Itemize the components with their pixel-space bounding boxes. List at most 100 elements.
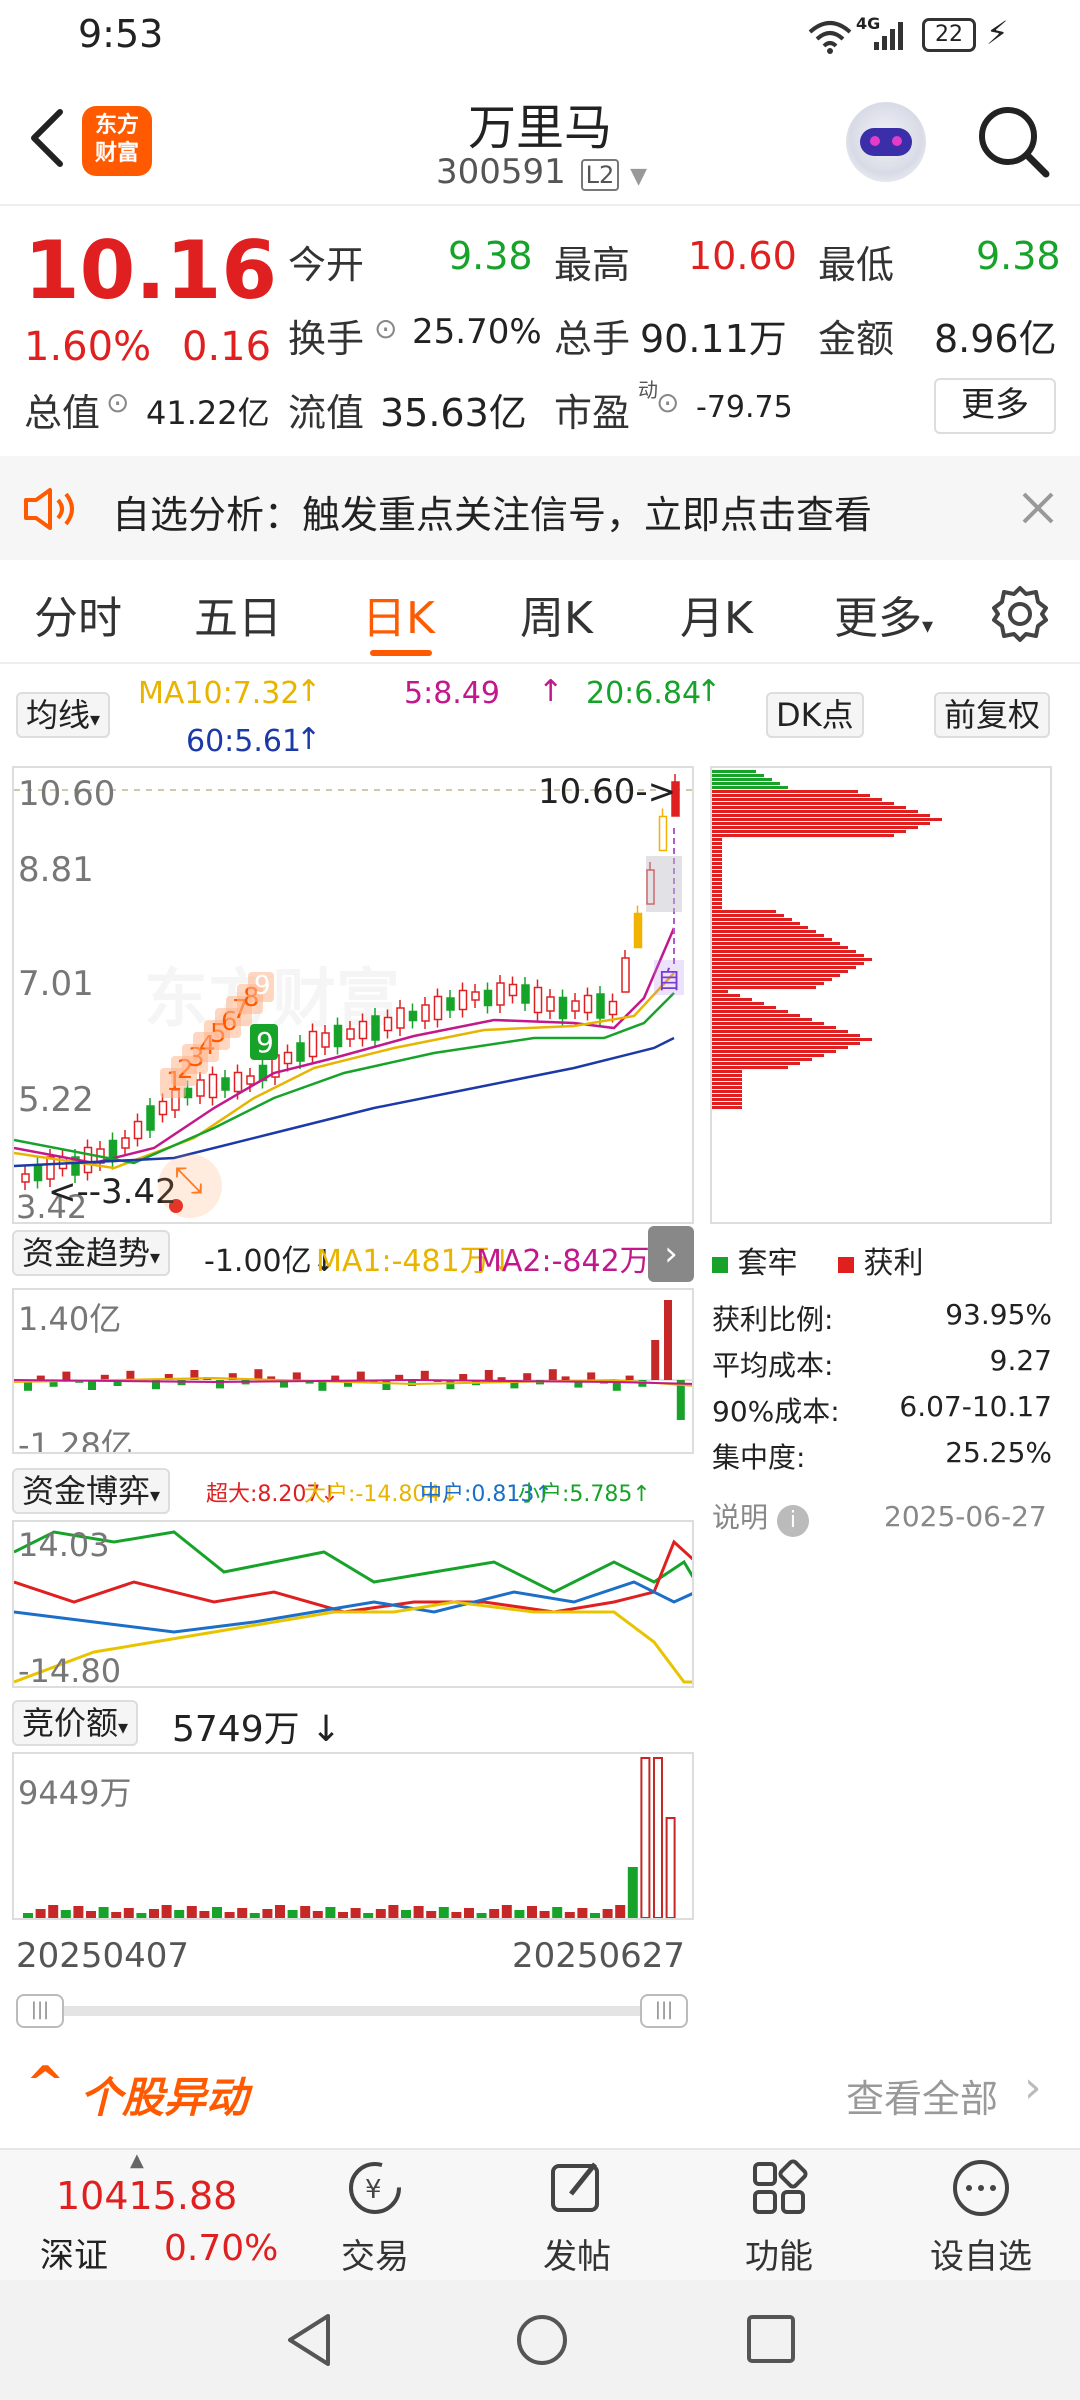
- nav-trade[interactable]: ¥ 交易: [300, 2156, 450, 2278]
- auction-selector[interactable]: 竞价额▾: [12, 1698, 139, 1746]
- range-scrollbar[interactable]: [20, 2006, 688, 2016]
- stock-moves-section: ^ 个股异动 查看全部 ›: [0, 2054, 1080, 2130]
- tab-intraday[interactable]: 分时: [34, 582, 122, 646]
- nav-add-watchlist[interactable]: 设自选: [906, 2156, 1056, 2278]
- super-large-line: [14, 1539, 692, 1614]
- auction-bar: [413, 1906, 424, 1918]
- expand-handle[interactable]: ⤡: [158, 1154, 222, 1218]
- auction-bar: [325, 1907, 336, 1918]
- flow-bar: [331, 1375, 340, 1380]
- caret-down-icon: ▾: [922, 614, 934, 639]
- high-value: 10.60: [688, 234, 797, 278]
- signal-nine: 9: [256, 1026, 274, 1059]
- auction-chart[interactable]: 9449万: [12, 1752, 694, 1920]
- tab-five-day[interactable]: 五日: [194, 582, 282, 646]
- high-label: 最高: [554, 243, 631, 287]
- speaker-icon: [24, 488, 74, 530]
- view-all-link[interactable]: 查看全部: [846, 2068, 998, 2123]
- chip-bar: [712, 1066, 788, 1069]
- auction-bar: [199, 1911, 210, 1918]
- chip-bar: [712, 810, 918, 813]
- chip-bar: [712, 830, 906, 833]
- adjust-label: 前复权: [934, 692, 1051, 738]
- chip-bar: [712, 958, 872, 961]
- chip-row-value: 25.25%: [945, 1436, 1052, 1469]
- fund-trend-ma2: MA2:-842万↓: [476, 1244, 675, 1279]
- candle-body: [533, 986, 543, 1014]
- low-marker: <--3.42: [48, 1172, 177, 1212]
- date-end: 20250627: [512, 1936, 686, 1976]
- range-handle-right[interactable]: |||: [640, 1994, 688, 2028]
- chip-bar: [712, 870, 722, 873]
- flow-bar: [382, 1380, 391, 1390]
- auction-bar: [388, 1905, 399, 1918]
- index-ticker[interactable]: ▲ 10415.88 深证 0.70%: [0, 2150, 300, 2282]
- fund-game-selector[interactable]: 资金博弈▾: [12, 1466, 171, 1514]
- float-cap-value: 35.63亿: [380, 391, 527, 435]
- fund-trend-chart[interactable]: 1.40亿 -1.28亿: [12, 1288, 694, 1454]
- nav-functions[interactable]: 功能: [704, 2156, 854, 2278]
- chip-note[interactable]: 说明 i: [712, 1496, 809, 1537]
- tab-more[interactable]: 更多▾: [834, 582, 933, 646]
- adjust-button[interactable]: 前复权: [934, 690, 1051, 738]
- volume-label: 总手: [554, 317, 631, 361]
- info-icon[interactable]: ⊙: [374, 312, 397, 345]
- chip-distribution-chart[interactable]: [710, 766, 1052, 1224]
- change-amount: 0.16: [182, 324, 272, 370]
- alert-text: 自选分析：触发重点关注信号，立即点击查看: [112, 493, 873, 537]
- nav-post[interactable]: 发帖: [502, 2156, 652, 2278]
- home-circle-icon[interactable]: [514, 2312, 570, 2368]
- stock-code-row[interactable]: 300591 L2 ▼: [436, 152, 647, 192]
- chart-tabs: 分时 五日 日K 周K 月K 更多▾: [0, 560, 1080, 664]
- chip-bar: [712, 906, 722, 909]
- tab-more-label: 更多: [834, 593, 922, 644]
- fund-game-chart[interactable]: 14.03 -14.80: [12, 1520, 694, 1688]
- arrow-up-icon: ↑: [538, 674, 564, 709]
- dk-point-button[interactable]: DK点: [766, 690, 864, 738]
- chip-bar: [712, 930, 816, 933]
- ma-selector[interactable]: 均线▾: [16, 690, 111, 738]
- tab-daily-k[interactable]: 日K: [362, 582, 435, 646]
- candle-body: [396, 1007, 405, 1029]
- kline-chart[interactable]: 东方财富 1234567899 10.60 8.81 7.01 5.22 3.4…: [12, 766, 694, 1224]
- chip-bar: [712, 782, 780, 785]
- index-value: 10415.88: [56, 2174, 238, 2218]
- candle-body: [33, 1164, 43, 1182]
- fund-trend-selector[interactable]: 资金趋势▾: [12, 1228, 171, 1276]
- candle-body: [546, 996, 555, 1012]
- search-icon[interactable]: [976, 104, 1052, 180]
- auction-bar: [275, 1905, 285, 1918]
- alert-banner[interactable]: 自选分析：触发重点关注信号，立即点击查看: [0, 456, 1080, 560]
- stock-code: 300591: [436, 152, 566, 192]
- recents-square-icon[interactable]: [744, 2312, 798, 2366]
- chevron-right-icon[interactable]: ›: [648, 1226, 694, 1282]
- auction-bar: [627, 1867, 638, 1918]
- tab-monthly-k[interactable]: 月K: [680, 582, 753, 646]
- fund-trend-bottom: -1.28亿: [18, 1426, 133, 1454]
- back-triangle-icon[interactable]: [282, 2310, 338, 2370]
- more-quote-button[interactable]: 更多: [934, 378, 1056, 434]
- settings-gear-icon[interactable]: [990, 584, 1050, 644]
- info-icon[interactable]: ⊙: [106, 386, 129, 419]
- range-handle-left[interactable]: |||: [16, 1994, 64, 2028]
- chip-bar: [712, 898, 722, 901]
- chip-row: 集中度: 25.25%: [712, 1436, 1052, 1482]
- auction-bar: [212, 1907, 222, 1918]
- chip-bar: [712, 878, 722, 881]
- chevron-down-icon: ▼: [630, 164, 647, 189]
- info-icon[interactable]: ⊙: [656, 386, 679, 419]
- trade-icon: ¥: [349, 2162, 401, 2214]
- chip-bar: [712, 774, 764, 777]
- chevron-up-icon[interactable]: ^: [26, 2056, 65, 2110]
- tab-weekly-k[interactable]: 周K: [520, 582, 593, 646]
- nav-add-watchlist-label: 设自选: [930, 2237, 1032, 2277]
- chip-bar: [712, 942, 840, 945]
- auction-bar: [564, 1912, 575, 1918]
- nav-trade-label: 交易: [341, 2237, 409, 2277]
- chip-bar: [712, 914, 784, 917]
- robot-assistant-avatar[interactable]: [846, 102, 926, 182]
- close-icon[interactable]: [1020, 490, 1056, 526]
- dk-point-label: DK点: [766, 692, 864, 738]
- chip-bar: [712, 946, 848, 949]
- chevron-right-icon[interactable]: ›: [1024, 2062, 1042, 2113]
